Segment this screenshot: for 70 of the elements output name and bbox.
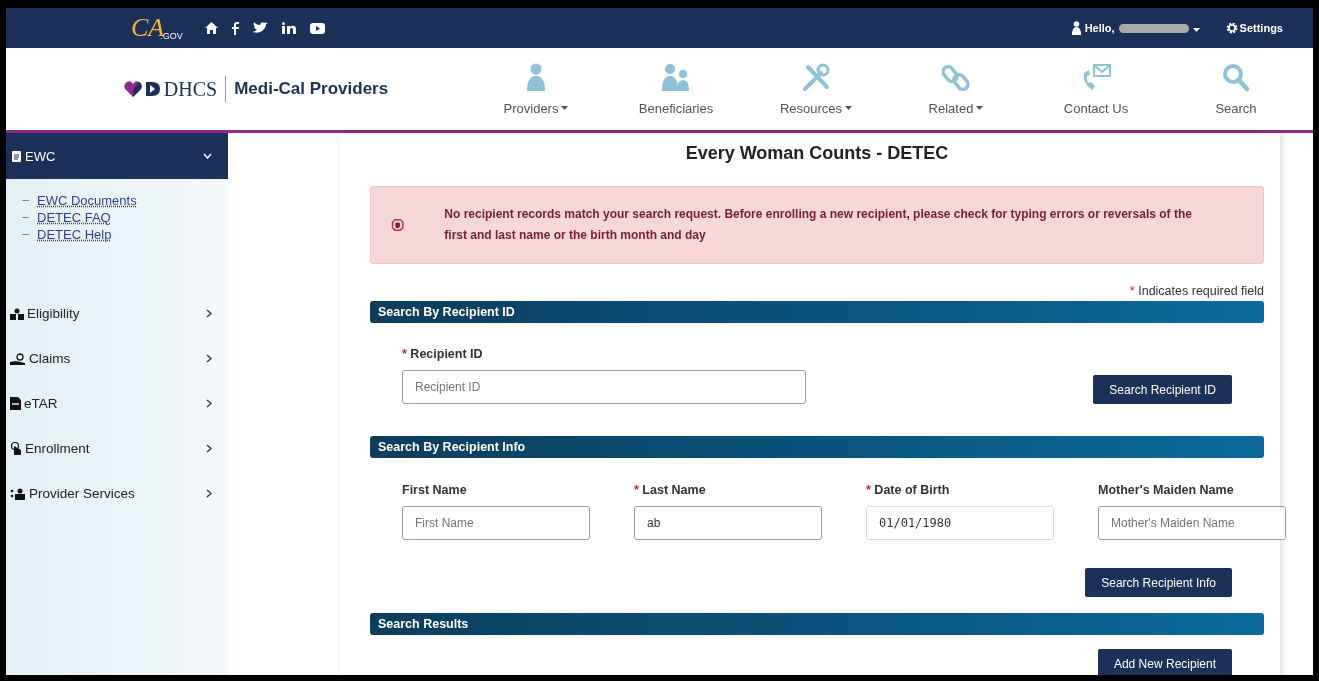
field-label: * Date of Birth — [866, 483, 951, 497]
field-label: * Recipient ID — [402, 347, 484, 361]
nav-item[interactable]: Providers — [466, 62, 606, 116]
input-field[interactable]: Mother's Maiden Name — [1098, 506, 1286, 540]
sidebar-item[interactable]: Enrollment — [6, 426, 228, 471]
chevron-icon — [206, 354, 212, 363]
sidebar-section-header[interactable]: EWC — [6, 133, 228, 179]
link-icon — [942, 62, 970, 93]
nav-item[interactable]: Resources — [746, 62, 886, 116]
nav-item[interactable]: Beneficiaries — [606, 62, 746, 116]
section-header: Search By Recipient ID — [370, 301, 1264, 323]
sidebar-item[interactable]: Claims — [6, 336, 228, 381]
nav-item[interactable]: Search — [1166, 62, 1306, 116]
hand-coin-icon — [10, 352, 26, 365]
people-icon — [10, 307, 24, 320]
field-label: Mother's Maiden Name — [1098, 483, 1235, 497]
search-button[interactable]: Search Recipient ID — [1093, 375, 1232, 404]
chevron-icon — [206, 399, 212, 408]
clipboard-icon — [12, 150, 21, 162]
settings-link[interactable]: Settings — [1225, 22, 1283, 34]
field-label: First Name — [402, 483, 468, 497]
chevron-icon — [206, 309, 212, 318]
linkedin-icon[interactable] — [281, 22, 296, 34]
date-field[interactable]: 01/01/1980 — [866, 506, 1054, 540]
dash-mark — [22, 217, 29, 218]
gear-icon — [1225, 22, 1238, 34]
search-icon — [1222, 62, 1250, 93]
chevron-icon — [206, 489, 212, 498]
chevron-icon — [206, 444, 212, 453]
sidebar-item[interactable]: eTAR — [6, 381, 228, 426]
twitter-icon[interactable] — [252, 22, 268, 34]
home-icon[interactable] — [204, 22, 218, 34]
person-icon — [525, 62, 547, 93]
sidebar-link[interactable]: DETEC Help — [37, 227, 112, 242]
sidebar-item[interactable]: Eligibility — [6, 291, 228, 336]
facebook-icon[interactable] — [231, 21, 239, 35]
user-icon — [1071, 21, 1081, 35]
section-header: Search By Recipient Info — [370, 436, 1264, 458]
input-field[interactable]: ab — [634, 506, 822, 540]
sidebar-link[interactable]: EWC Documents — [37, 193, 137, 208]
caret-icon — [845, 106, 853, 110]
caret-icon — [1192, 28, 1200, 32]
sidebar-item[interactable]: Provider Services — [6, 471, 228, 516]
nav-item[interactable]: Contact Us — [1026, 62, 1166, 116]
alert-message: No recipient records match your search request. Before enrolling a new recipient, please check for typing errors or reversals of the first and last name or the birth month and day — [444, 206, 1193, 244]
greeting-text: Hello, — [1084, 22, 1115, 34]
nav-item[interactable]: Related — [886, 62, 1026, 116]
dash-mark — [22, 200, 29, 201]
search-button[interactable]: Search Recipient Info — [1085, 568, 1232, 597]
dhcs-logo[interactable]: DHCS — [123, 77, 218, 101]
input-field[interactable]: Recipient ID — [402, 370, 806, 404]
caret-icon — [561, 106, 569, 110]
people-icon — [661, 62, 691, 93]
youtube-icon[interactable] — [309, 22, 325, 34]
input-field[interactable]: First Name — [402, 506, 590, 540]
dash-mark — [22, 234, 29, 235]
section-header: Search Results — [370, 613, 1264, 635]
add-button[interactable]: Add New Recipient — [1097, 649, 1232, 675]
chevron-icon — [203, 153, 212, 159]
redacted-name — [1118, 23, 1189, 33]
ca-gov-logo[interactable]: CA.GOV — [131, 15, 183, 41]
field-label: * Last Name — [634, 483, 707, 497]
services-icon — [10, 487, 26, 500]
caret-icon — [976, 106, 984, 110]
page-title: Every Woman Counts - DETEC — [684, 143, 950, 164]
required-note: * Indicates required field — [1128, 284, 1264, 298]
document-icon — [10, 397, 21, 410]
tools-icon — [801, 62, 831, 93]
site-title: Medi-Cal Providers — [234, 79, 389, 99]
sidebar-link[interactable]: DETEC FAQ — [37, 210, 111, 225]
